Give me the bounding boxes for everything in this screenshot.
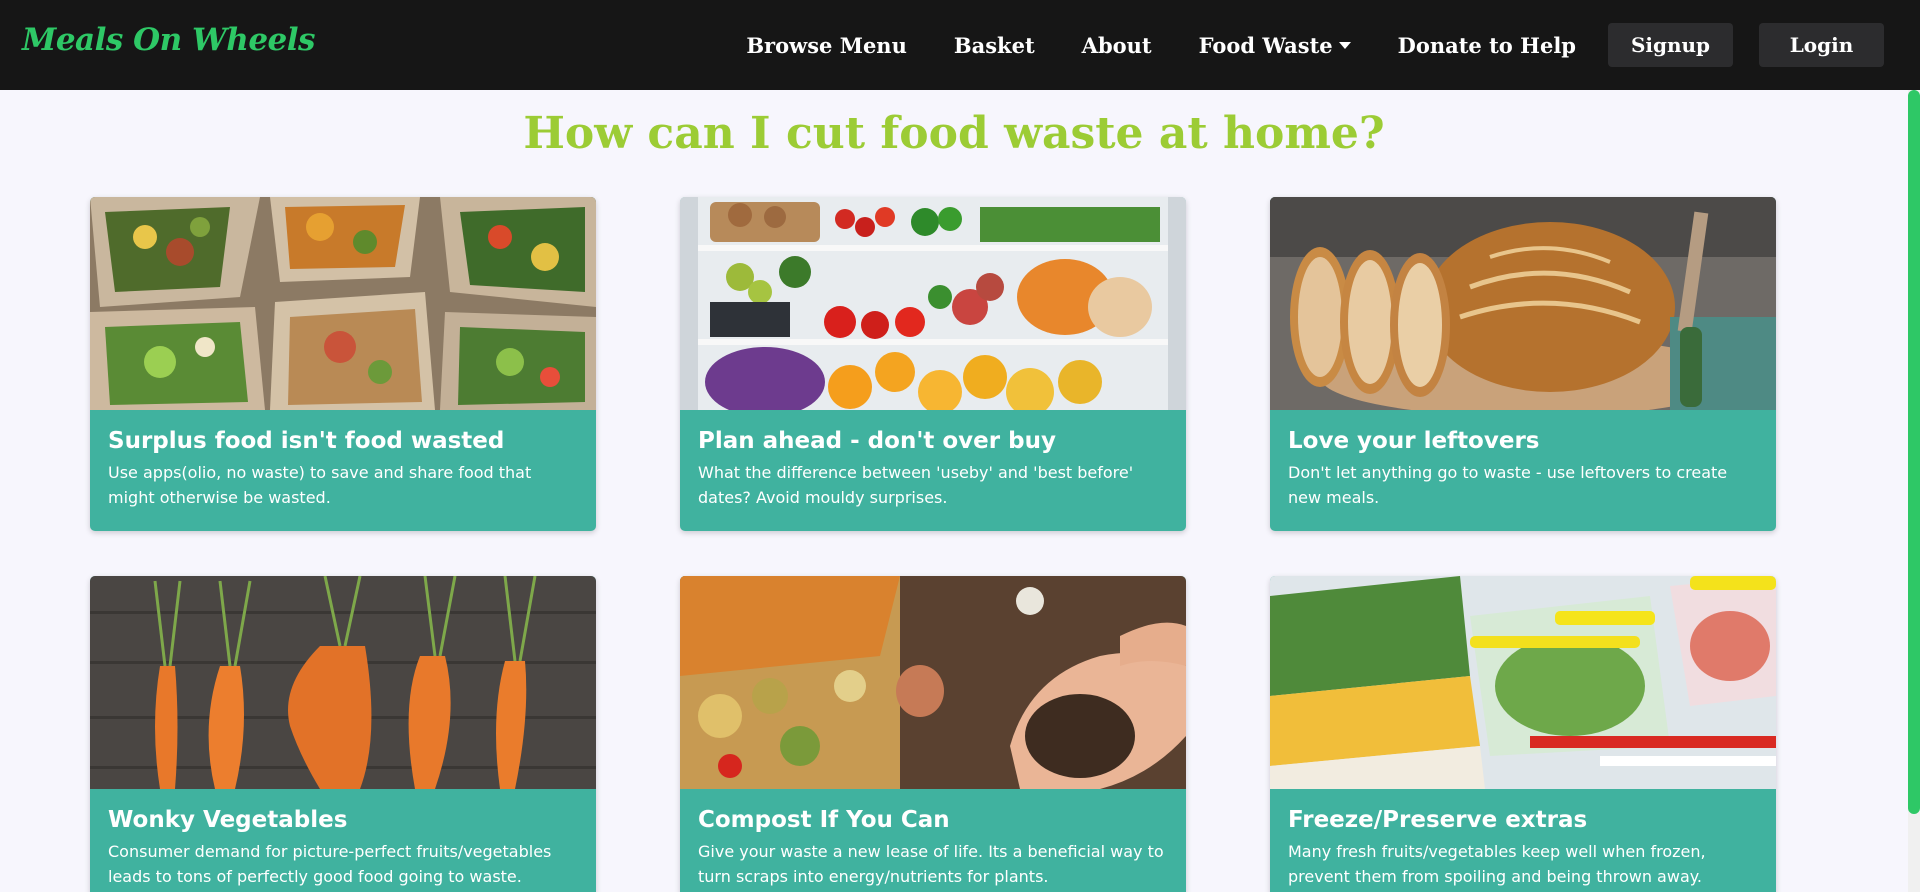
scrollbar-thumb[interactable] [1908, 90, 1920, 814]
nav-about[interactable]: About [1082, 33, 1152, 58]
card-body: Freeze/Preserve extras Many fresh fruits… [1270, 789, 1776, 892]
card-plan-ahead: Plan ahead - don't over buy What the dif… [680, 197, 1186, 531]
login-button[interactable]: Login [1759, 23, 1884, 67]
caret-down-icon [1338, 41, 1351, 49]
card-body: Love your leftovers Don't let anything g… [1270, 410, 1776, 531]
card-wonky-vegetables: Wonky Vegetables Consumer demand for pic… [90, 576, 596, 892]
compost-hands-image [680, 576, 1186, 789]
card-text: Many fresh fruits/vegetables keep well w… [1288, 842, 1706, 886]
card-text: Consumer demand for picture-perfect frui… [108, 842, 552, 886]
card-freeze-preserve: Freeze/Preserve extras Many fresh fruits… [1270, 576, 1776, 892]
card-compost: Compost If You Can Give your waste a new… [680, 576, 1186, 892]
card-text: Use apps(olio, no waste) to save and sha… [108, 463, 532, 507]
card-title: Plan ahead - don't over buy [698, 428, 1056, 454]
nav-links: Browse Menu Basket About Food Waste Dona… [746, 0, 1884, 90]
nav-food-waste-label: Food Waste [1198, 32, 1333, 58]
card-body: Plan ahead - don't over buy What the dif… [680, 410, 1186, 531]
navbar: Meals On Wheels Browse Menu Basket About… [0, 0, 1920, 90]
card-text: Give your waste a new lease of life. Its… [698, 842, 1164, 886]
card-body: Compost If You Can Give your waste a new… [680, 789, 1186, 892]
card-text: What the difference between 'useby' and … [698, 463, 1134, 507]
nav-basket[interactable]: Basket [954, 33, 1035, 58]
card-surplus-food: Surplus food isn't food wasted Use apps(… [90, 197, 596, 531]
brand-logo[interactable]: Meals On Wheels [22, 22, 316, 58]
card-leftovers: Love your leftovers Don't let anything g… [1270, 197, 1776, 531]
page-title: How can I cut food waste at home? [523, 108, 1385, 159]
card-body: Surplus food isn't food wasted Use apps(… [90, 410, 596, 531]
nav-browse-menu[interactable]: Browse Menu [746, 33, 907, 58]
card-text: Don't let anything go to waste - use lef… [1288, 463, 1728, 507]
card-title: Compost If You Can [698, 807, 950, 833]
nav-food-waste-dropdown[interactable]: Food Waste [1199, 33, 1351, 58]
card-title: Love your leftovers [1288, 428, 1540, 454]
card-body: Wonky Vegetables Consumer demand for pic… [90, 789, 596, 892]
card-title: Wonky Vegetables [108, 807, 348, 833]
fridge-produce-image [680, 197, 1186, 410]
card-title: Freeze/Preserve extras [1288, 807, 1588, 833]
signup-button[interactable]: Signup [1608, 23, 1733, 67]
frozen-food-image [1270, 576, 1776, 789]
wonky-carrots-image [90, 576, 596, 789]
takeaway-boxes-image [90, 197, 596, 410]
card-title: Surplus food isn't food wasted [108, 428, 505, 454]
scrollbar-track[interactable] [1908, 90, 1920, 892]
bread-loaf-image [1270, 197, 1776, 410]
nav-donate[interactable]: Donate to Help [1398, 33, 1576, 58]
